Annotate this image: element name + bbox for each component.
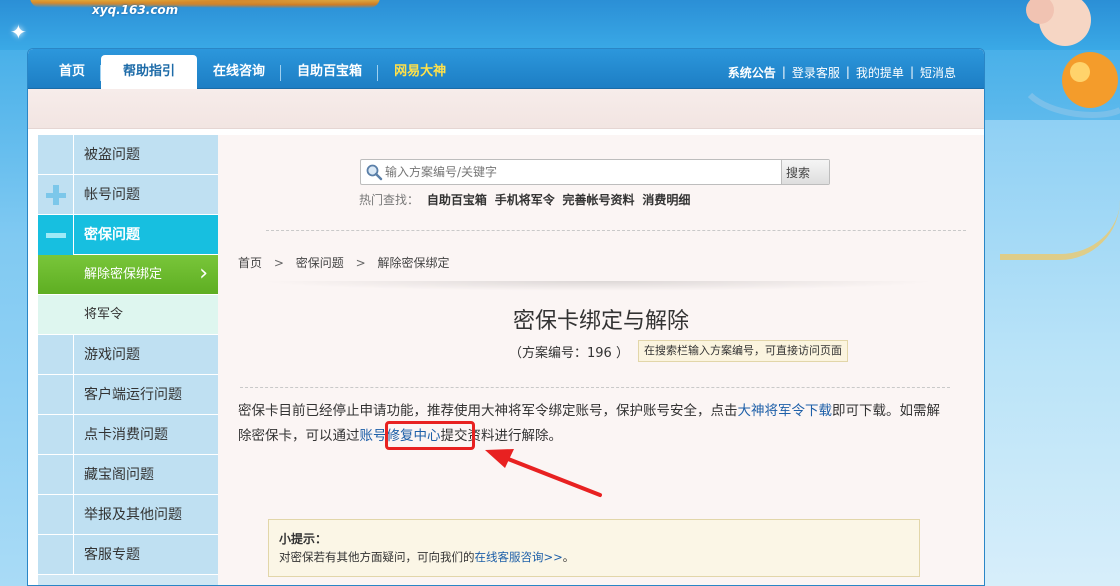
sidebar-item-account[interactable]: 帐号问题: [38, 175, 218, 215]
sidebar-item-label: 点卡消费问题: [84, 427, 168, 443]
tab-self-service[interactable]: 自助百宝箱: [281, 49, 379, 89]
sidebar-item-treasure[interactable]: 藏宝阁问题: [38, 455, 218, 495]
tab-netease-dashen[interactable]: 网易大神: [378, 49, 462, 89]
breadcrumb-shadow: [258, 281, 938, 291]
right-decoration: [982, 120, 1120, 586]
sidebar-item-label: 游戏问题: [84, 347, 140, 363]
search-button[interactable]: 搜索: [781, 160, 829, 184]
sidebar-item-label: 客服专题: [84, 547, 140, 563]
sidebar-badge: [38, 135, 74, 175]
sidebar-item-label: 帐号问题: [84, 187, 140, 203]
sidebar-item-label: 解除密保绑定: [84, 267, 163, 282]
hot-keyword[interactable]: 自助百宝箱: [427, 193, 487, 207]
top-banner: xyq.163.com ✦: [0, 0, 1120, 50]
sidebar-item-label: 被盗问题: [84, 147, 140, 163]
tab-help-guide[interactable]: 帮助指引: [101, 55, 198, 89]
hot-search-label: 热门查找：: [359, 193, 420, 207]
sidebar-badge: [38, 415, 74, 455]
mascot-decoration: [1026, 0, 1120, 118]
annotation-arrow-icon: [485, 449, 602, 497]
sidebar-item-points[interactable]: 点卡消费问题: [38, 415, 218, 455]
sidebar-subitem-unbind[interactable]: 解除密保绑定 ›: [38, 255, 218, 295]
search-bar: 搜索: [360, 159, 830, 185]
divider: [240, 387, 950, 388]
plan-number: （方案编号：196 ）: [509, 346, 629, 361]
sidebar-subitem-token[interactable]: 将军令: [38, 295, 218, 335]
breadcrumb-separator: >: [355, 256, 366, 270]
sidebar-item-report[interactable]: 举报及其他问题: [38, 495, 218, 535]
tab-home[interactable]: 首页: [43, 49, 102, 89]
article-text: 密保卡目前已经停止申请功能，推荐使用大神将军令绑定账号，保护账号安全，点击: [238, 403, 738, 419]
sub-header-band: [28, 89, 984, 129]
breadcrumb-home[interactable]: 首页: [238, 256, 262, 270]
sidebar: 被盗问题 帐号问题 密保问题 解除密保绑定 › 将军令 游戏问题 客户端运行问题…: [38, 135, 218, 585]
online-service-link[interactable]: 在线客服咨询>>: [475, 550, 563, 564]
nav-utility-links: 系统公告 | 登录客服 | 我的提单 | 短消息: [722, 49, 962, 89]
sidebar-item-label: 将军令: [84, 307, 124, 322]
my-tickets-link[interactable]: 我的提单: [850, 64, 910, 81]
breadcrumb-separator: >: [273, 256, 284, 270]
annotation-highlight-box: [385, 421, 475, 450]
sidebar-item-client[interactable]: 客户端运行问题: [38, 375, 218, 415]
hot-keyword[interactable]: 消费明细: [642, 193, 690, 207]
game-logo[interactable]: [30, 0, 380, 8]
sidebar-badge: [38, 375, 74, 415]
nav-tabs: 首页 帮助指引 在线咨询 自助百宝箱 网易大神: [43, 49, 462, 89]
sidebar-item-label: 客户端运行问题: [84, 387, 182, 403]
minus-icon[interactable]: [38, 215, 74, 255]
sidebar-item-label: 举报及其他问题: [84, 507, 182, 523]
chevron-right-icon: ›: [199, 261, 208, 286]
sparkle-icon: ✦: [10, 20, 27, 44]
tip-box: 小提示： 对密保若有其他方面疑问，可向我们的在线客服咨询>>。: [268, 519, 920, 577]
top-navbar: 首页 帮助指引 在线咨询 自助百宝箱 网易大神 系统公告 | 登录客服 | 我的…: [28, 49, 984, 89]
hot-keyword[interactable]: 手机将军令: [495, 193, 555, 207]
system-notice-link[interactable]: 系统公告: [722, 64, 782, 81]
sidebar-badge: [38, 535, 74, 575]
sidebar-badge: [38, 495, 74, 535]
hot-keyword[interactable]: 完善帐号资料: [563, 193, 635, 207]
dashen-token-download-link[interactable]: 大神将军令下载: [738, 403, 833, 419]
page-title: 密保卡绑定与解除: [512, 309, 689, 334]
sidebar-item-topics[interactable]: 客服专题: [38, 535, 218, 575]
sidebar-item-theft[interactable]: 被盗问题: [38, 135, 218, 175]
plan-tip: 在搜索栏输入方案编号，可直接访问页面: [638, 340, 848, 362]
hot-search: 热门查找： 自助百宝箱 手机将军令 完善帐号资料 消费明细: [359, 191, 690, 208]
sidebar-item-security[interactable]: 密保问题: [38, 215, 218, 255]
search-icon: [366, 164, 383, 181]
breadcrumb-security[interactable]: 密保问题: [296, 256, 344, 270]
login-service-link[interactable]: 登录客服: [786, 64, 846, 81]
tab-online-consult[interactable]: 在线咨询: [197, 49, 282, 89]
breadcrumb: 首页 > 密保问题 > 解除密保绑定: [238, 254, 449, 271]
breadcrumb-current: 解除密保绑定: [377, 256, 450, 270]
site-url: xyq.163.com: [92, 3, 179, 17]
sidebar-badge: [38, 335, 74, 375]
sidebar-item-game[interactable]: 游戏问题: [38, 335, 218, 375]
search-input[interactable]: [385, 161, 775, 183]
tip-heading: 小提示：: [279, 532, 328, 546]
sidebar-item-label: 密保问题: [84, 227, 140, 243]
plus-icon[interactable]: [38, 175, 74, 215]
sidebar-badge: [38, 455, 74, 495]
divider: [266, 230, 966, 231]
tip-text: 对密保若有其他方面疑问，可向我们的: [279, 550, 475, 564]
tip-text: 。: [562, 550, 575, 564]
messages-link[interactable]: 短消息: [914, 64, 962, 81]
tip-body: 对密保若有其他方面疑问，可向我们的在线客服咨询>>。: [279, 549, 574, 565]
sidebar-item-label: 藏宝阁问题: [84, 467, 154, 483]
